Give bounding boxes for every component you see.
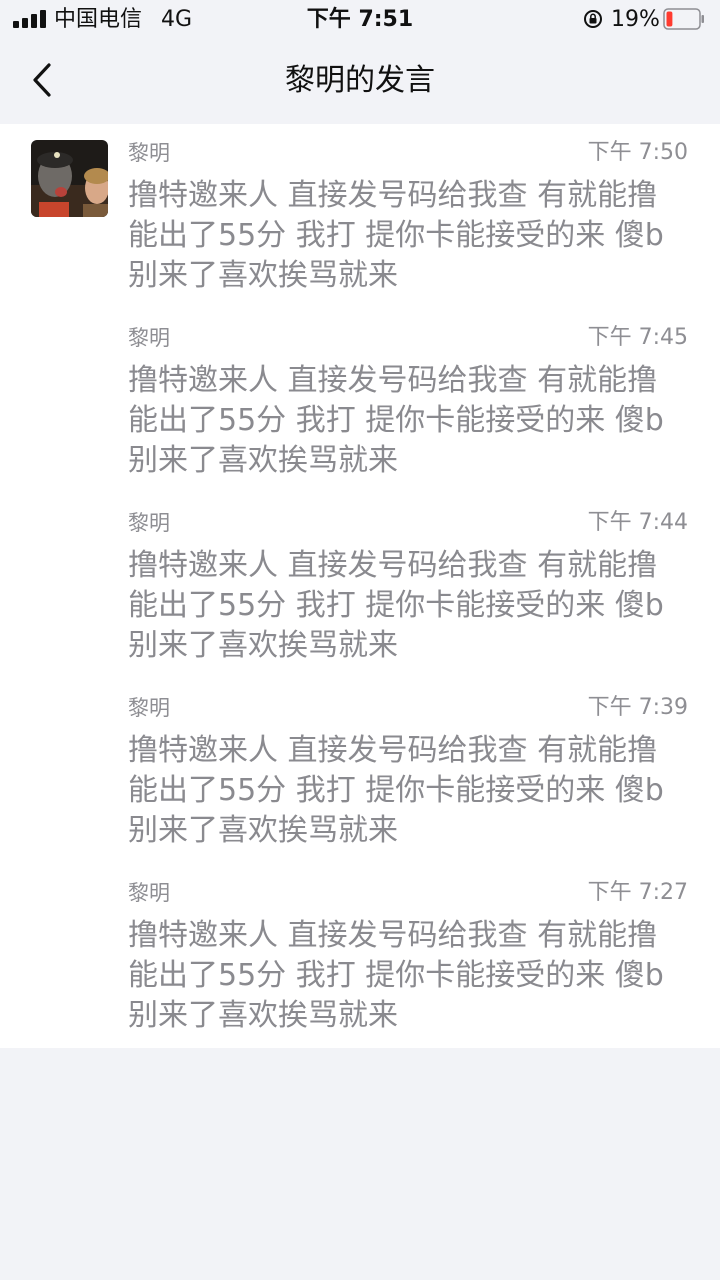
- battery-percent: 19%: [611, 7, 660, 32]
- message-text: 撸特邀来人 直接发号码给我查 有就能撸 能出了55分 我打 提你卡能接受的来 傻…: [128, 178, 664, 293]
- message-sender: 黎明: [128, 326, 170, 350]
- page-title: 黎明的发言: [285, 63, 435, 98]
- message-time: 下午 7:45: [587, 325, 688, 350]
- message-time: 下午 7:50: [587, 140, 688, 165]
- message-item[interactable]: 黎明 下午 7:39 撸特邀来人 直接发号码给我查 有就能撸 能出了55分 我打…: [0, 679, 720, 865]
- battery-icon: [663, 8, 704, 30]
- message-sender: 黎明: [128, 141, 170, 165]
- status-bar: 中国电信 4G 下午 7:51 19%: [0, 0, 720, 40]
- message-text: 撸特邀来人 直接发号码给我查 有就能撸 能出了55分 我打 提你卡能接受的来 傻…: [128, 363, 664, 478]
- message-time: 下午 7:39: [587, 695, 688, 720]
- message-text: 撸特邀来人 直接发号码给我查 有就能撸 能出了55分 我打 提你卡能接受的来 傻…: [128, 733, 664, 848]
- message-text: 撸特邀来人 直接发号码给我查 有就能撸 能出了55分 我打 提你卡能接受的来 傻…: [128, 548, 664, 663]
- message-sender: 黎明: [128, 881, 170, 905]
- rotation-lock-icon: [584, 10, 602, 28]
- message-item[interactable]: 黎明 下午 7:45 撸特邀来人 直接发号码给我查 有就能撸 能出了55分 我打…: [0, 309, 720, 495]
- message-list: 黎明 下午 7:50 撸特邀来人 直接发号码给我查 有就能撸 能出了55分 我打…: [0, 124, 720, 1048]
- message-item[interactable]: 黎明 下午 7:50 撸特邀来人 直接发号码给我查 有就能撸 能出了55分 我打…: [0, 124, 720, 310]
- message-time: 下午 7:27: [587, 880, 688, 905]
- message-item[interactable]: 黎明 下午 7:27 撸特邀来人 直接发号码给我查 有就能撸 能出了55分 我打…: [0, 864, 720, 1050]
- message-sender: 黎明: [128, 696, 170, 720]
- navigation-bar: 黎明的发言: [0, 40, 720, 124]
- message-text: 撸特邀来人 直接发号码给我查 有就能撸 能出了55分 我打 提你卡能接受的来 傻…: [128, 918, 664, 1033]
- message-item[interactable]: 黎明 下午 7:44 撸特邀来人 直接发号码给我查 有就能撸 能出了55分 我打…: [0, 494, 720, 680]
- message-sender: 黎明: [128, 511, 170, 535]
- message-time: 下午 7:44: [587, 510, 688, 535]
